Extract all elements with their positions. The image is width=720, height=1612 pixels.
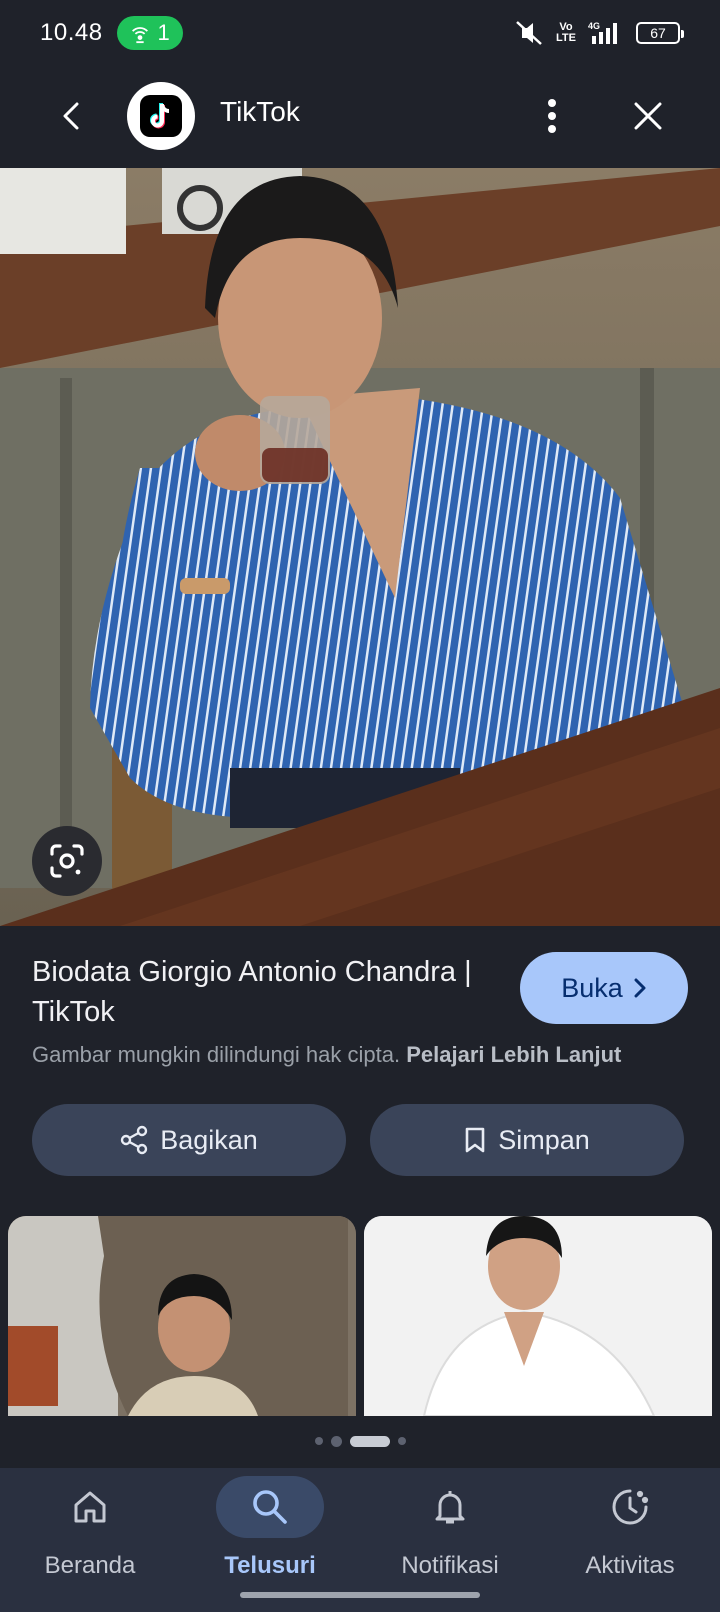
nav-label: Notifikasi bbox=[401, 1552, 499, 1579]
save-label: Simpan bbox=[498, 1124, 590, 1155]
nav-label: Aktivitas bbox=[585, 1552, 675, 1579]
bell-icon bbox=[435, 1491, 465, 1524]
battery-icon: 67 bbox=[636, 22, 684, 44]
learn-more-link[interactable]: Pelajari Lebih Lanjut bbox=[406, 1042, 621, 1067]
carousel-dot[interactable] bbox=[330, 1435, 342, 1447]
share-button[interactable]: Bagikan bbox=[32, 1104, 346, 1176]
nav-item-beranda[interactable]: Beranda bbox=[0, 1468, 180, 1612]
share-icon bbox=[121, 1125, 148, 1155]
share-label: Bagikan bbox=[160, 1124, 258, 1155]
search-icon bbox=[253, 1490, 287, 1524]
open-button[interactable]: Buka bbox=[520, 952, 688, 1024]
status-bar: 10.48 1 Vo LTE 4G 67 bbox=[0, 0, 720, 66]
nav-label: Beranda bbox=[44, 1552, 136, 1579]
hotspot-indicator[interactable]: 1 bbox=[116, 16, 183, 50]
home-indicator[interactable] bbox=[240, 1592, 480, 1598]
volte-icon: Vo LTE bbox=[556, 21, 576, 44]
lens-search-button[interactable] bbox=[32, 826, 102, 896]
close-icon bbox=[634, 102, 662, 130]
carousel-dot[interactable] bbox=[397, 1437, 406, 1445]
more-vert-icon bbox=[548, 99, 556, 133]
more-options-button[interactable] bbox=[530, 92, 574, 140]
carousel-dot[interactable] bbox=[314, 1437, 323, 1445]
activity-icon bbox=[612, 1489, 649, 1525]
mute-icon bbox=[516, 21, 542, 45]
bottom-navigation: Beranda Telusuri Notifikasi Aktivitas bbox=[0, 1468, 720, 1612]
related-image-1[interactable] bbox=[8, 1216, 356, 1416]
copyright-notice: Gambar mungkin dilindungi hak cipta. Pel… bbox=[32, 1042, 702, 1068]
hotspot-count: 1 bbox=[157, 20, 170, 45]
back-icon bbox=[63, 102, 79, 130]
lens-icon bbox=[50, 844, 84, 878]
back-button[interactable] bbox=[50, 94, 94, 138]
app-header: TikTok bbox=[0, 66, 720, 166]
close-button[interactable] bbox=[624, 92, 672, 140]
net-type: 4G bbox=[588, 21, 600, 31]
home-icon bbox=[74, 1491, 106, 1523]
chevron-right-icon bbox=[634, 978, 646, 998]
main-image[interactable] bbox=[0, 168, 720, 926]
save-button[interactable]: Simpan bbox=[370, 1104, 684, 1176]
site-logo[interactable] bbox=[127, 82, 195, 150]
nav-item-notifikasi[interactable]: Notifikasi bbox=[360, 1468, 540, 1612]
status-time: 10.48 bbox=[40, 19, 103, 46]
related-images bbox=[8, 1216, 712, 1416]
carousel-dot-active[interactable] bbox=[349, 1435, 390, 1447]
open-button-label: Buka bbox=[561, 972, 623, 1003]
nav-item-aktivitas[interactable]: Aktivitas bbox=[540, 1468, 720, 1612]
nav-item-telusuri[interactable]: Telusuri bbox=[180, 1468, 360, 1612]
tiktok-logo bbox=[140, 95, 182, 137]
photo-illustration bbox=[0, 168, 720, 926]
hotspot-icon bbox=[132, 27, 149, 44]
nav-label: Telusuri bbox=[224, 1552, 316, 1579]
battery-level: 67 bbox=[650, 25, 666, 41]
related-image-2[interactable] bbox=[364, 1216, 712, 1416]
bookmark-icon bbox=[465, 1127, 485, 1153]
carousel-indicator bbox=[0, 1432, 720, 1450]
signal-icon: 4G bbox=[588, 21, 617, 44]
result-title[interactable]: Biodata Giorgio Antonio Chandra | TikTok bbox=[32, 952, 502, 1032]
copyright-text: Gambar mungkin dilindungi hak cipta. bbox=[32, 1042, 401, 1067]
site-title[interactable]: TikTok bbox=[220, 96, 300, 128]
